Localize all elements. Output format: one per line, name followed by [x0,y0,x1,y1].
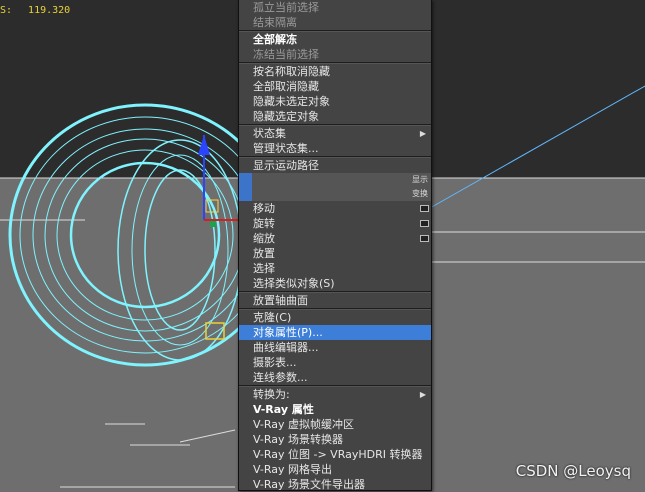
menu-item[interactable]: 冻结当前选择 [239,47,431,62]
menu-item[interactable]: 按名称取消隐藏 [239,64,431,79]
menu-item-label: 克隆(C) [253,311,292,324]
settings-box-icon[interactable] [420,220,429,227]
quad-header: 变换 [239,187,431,201]
menu-item[interactable]: 管理状态集... [239,141,431,156]
menu-item[interactable]: 克隆(C) [239,310,431,325]
menu-item[interactable]: 选择 [239,261,431,276]
menu-item-label: V-Ray 虚拟帧缓冲区 [253,418,354,431]
menu-item[interactable]: 选择类似对象(S) [239,276,431,291]
quad-context-menu[interactable]: 孤立当前选择 结束隔离全部解冻冻结当前选择 按名称取消隐藏 全部取消隐藏 隐藏未选定对象… [238,0,432,491]
menu-item[interactable]: V-Ray 属性 [239,402,431,417]
menu-item[interactable]: 全部取消隐藏 [239,79,431,94]
menu-item-label: 显示运动路径 [253,159,319,172]
coordinate-readout: S: 119.320 [0,5,71,16]
quad-header-label: 变换 [412,189,428,198]
menu-item[interactable]: 连线参数... [239,370,431,385]
menu-item-label: 状态集 [253,127,286,140]
menu-item[interactable]: V-Ray 虚拟帧缓冲区 [239,417,431,432]
menu-item[interactable]: 全部解冻 [239,32,431,47]
menu-item-label: V-Ray 网格导出 [253,463,332,476]
menu-item-label: 转换为: [253,388,290,401]
menu-item-label: 放置 [253,247,275,260]
menu-item-label: 旋转 [253,217,275,230]
menu-item-label: V-Ray 位图 -> VRayHDRI 转换器 [253,448,423,461]
menu-item-label: 全部取消隐藏 [253,80,319,93]
menu-item-label: 缩放 [253,232,275,245]
menu-item[interactable]: V-Ray 网格导出 [239,462,431,477]
menu-item-label: 移动 [253,202,275,215]
menu-item[interactable]: V-Ray 场景文件导出器 [239,477,431,492]
menu-item-label: 摄影表... [253,356,297,369]
menu-item[interactable]: 孤立当前选择 [239,0,431,15]
settings-box-icon[interactable] [420,205,429,212]
menu-item[interactable]: 显示运动路径 [239,158,431,173]
menu-item[interactable]: 状态集 ▶ [239,126,431,141]
menu-item[interactable]: 旋转 [239,216,431,231]
menu-item[interactable]: 对象属性(P)... [239,325,431,340]
menu-item-label: 隐藏未选定对象 [253,95,330,108]
menu-item[interactable]: V-Ray 位图 -> VRayHDRI 转换器 [239,447,431,462]
menu-item-label: 结束隔离 [253,16,297,29]
menu-item[interactable]: 隐藏未选定对象 [239,94,431,109]
menu-item-label: 连线参数... [253,371,308,384]
settings-box-icon[interactable] [420,235,429,242]
menu-item-label: 对象属性(P)... [253,326,323,339]
menu-item-label: V-Ray 场景文件导出器 [253,478,365,491]
menu-item-label: 按名称取消隐藏 [253,65,330,78]
menu-item[interactable]: V-Ray 场景转换器 [239,432,431,447]
menu-item[interactable]: 放置轴曲面 [239,293,431,308]
menu-item[interactable]: 摄影表... [239,355,431,370]
quad-marker [239,187,252,201]
menu-item-label: 放置轴曲面 [253,294,308,307]
menu-item[interactable]: 放置 [239,246,431,261]
quad-marker [239,173,252,187]
menu-item-label: V-Ray 场景转换器 [253,433,343,446]
menu-item[interactable]: 移动 [239,201,431,216]
menu-item-label: V-Ray 属性 [253,403,314,416]
menu-item-label: 选择 [253,262,275,275]
watermark: CSDN @Leoysq [515,462,631,480]
menu-item[interactable]: 结束隔离 [239,15,431,30]
submenu-arrow-icon: ▶ [419,129,426,138]
menu-item-label: 曲线编辑器... [253,341,319,354]
menu-item-label: 管理状态集... [253,142,319,155]
menu-item-label: 全部解冻 [253,33,297,46]
menu-item-label: 选择类似对象(S) [253,277,335,290]
menu-item-label: 孤立当前选择 [253,1,319,14]
menu-item-label: 冻结当前选择 [253,48,319,61]
menu-item[interactable]: 转换为: ▶ [239,387,431,402]
menu-item[interactable]: 曲线编辑器... [239,340,431,355]
quad-header-label: 显示 [412,175,428,184]
submenu-arrow-icon: ▶ [419,390,426,399]
menu-item-label: 隐藏选定对象 [253,110,319,123]
menu-item[interactable]: 隐藏选定对象 [239,109,431,124]
quad-header: 显示 [239,173,431,187]
menu-item[interactable]: 缩放 [239,231,431,246]
